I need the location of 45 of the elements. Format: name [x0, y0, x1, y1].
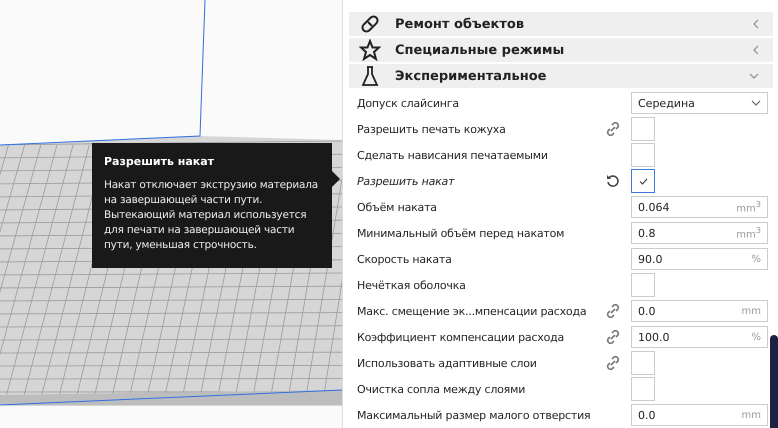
setting-label: Использовать адаптивные слои [356, 356, 538, 370]
setting-label: Очистка сопла между слоями [356, 382, 526, 396]
check-icon [638, 178, 648, 184]
setting-label: Коэффициент компенсации расхода [356, 330, 566, 344]
setting-label: Разрешить накат [356, 174, 456, 188]
setting-label: Допуск слайсинга [356, 96, 460, 110]
category-header[interactable]: Ремонт объектов [349, 12, 773, 36]
category-header[interactable]: Специальные режимы [349, 38, 773, 62]
checkbox[interactable] [631, 117, 655, 141]
dropdown-field[interactable]: Середина [631, 92, 768, 114]
setting-label: Сделать нависания печатаемыми [356, 148, 549, 162]
checkbox[interactable] [631, 351, 655, 375]
chevron-down-icon [749, 73, 759, 79]
link-icon[interactable] [605, 121, 621, 137]
checkbox[interactable] [631, 273, 655, 297]
setting-label: Объём наката [356, 200, 438, 214]
setting-label: Разрешить печать кожуха [356, 122, 507, 136]
setting-label: Максимальный размер малого отверстия [356, 408, 592, 422]
tooltip-text: Накат отключает экструзию материала на завершающей части пути. Вытекающий материал используется для печати на завершающей части пути, уменьшая строчность. [104, 178, 320, 253]
chevron-left-icon [753, 19, 759, 29]
tooltip-title: Разрешить накат [104, 155, 216, 168]
chevron-down-icon [751, 100, 761, 106]
number-field[interactable]: 100.0 % [631, 326, 768, 348]
setting-label: Макс. смещение эк...мпенсации расхода [356, 304, 588, 318]
number-field[interactable]: 90.0 % [631, 248, 768, 270]
checkbox[interactable] [631, 169, 655, 193]
number-field[interactable]: 0.0 mm [631, 404, 768, 426]
star-icon [359, 39, 381, 61]
checkbox[interactable] [631, 143, 655, 167]
flask-icon [359, 65, 381, 87]
category-header[interactable]: Экспериментальное [349, 64, 773, 88]
link-icon[interactable] [605, 329, 621, 345]
checkbox[interactable] [631, 377, 655, 401]
number-field[interactable]: 0.0 mm [631, 300, 768, 322]
chevron-left-icon [753, 45, 759, 55]
setting-label: Скорость наката [356, 252, 453, 266]
reset-icon[interactable] [605, 173, 621, 189]
number-field[interactable]: 0.064 mm$^{3}$ [631, 196, 768, 218]
link-icon[interactable] [605, 355, 621, 371]
bandage-icon [359, 13, 381, 35]
link-icon[interactable] [605, 303, 621, 319]
setting-label: Минимальный объём перед накатом [356, 226, 566, 240]
number-field[interactable]: 0.8 mm$^{3}$ [631, 222, 768, 244]
scrollbar-thumb[interactable] [770, 335, 778, 428]
setting-label: Нечёткая оболочка [356, 278, 467, 292]
